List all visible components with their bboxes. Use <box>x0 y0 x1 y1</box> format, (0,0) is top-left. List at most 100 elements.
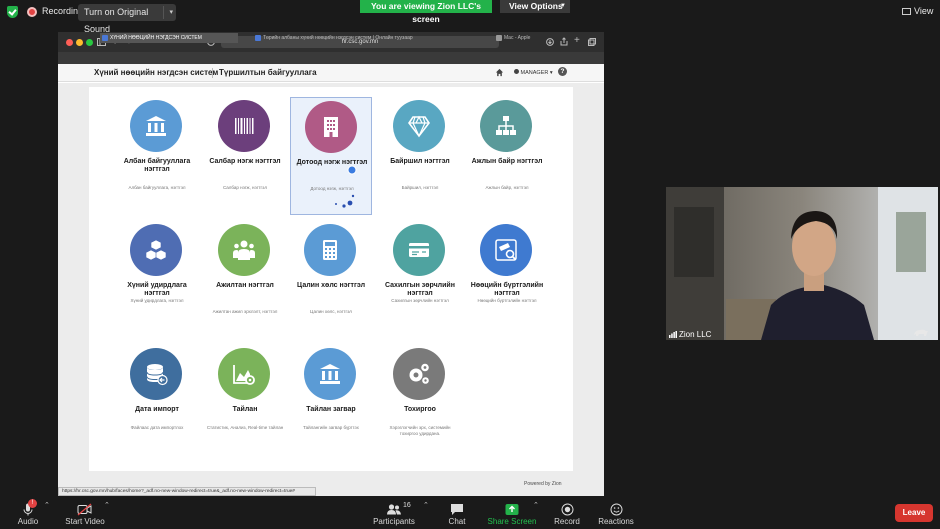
share-screen-icon <box>505 504 519 515</box>
module-card[interactable]: Тохиргоо Хэрэглэгчийн эрх, системийн тохи… <box>379 345 461 463</box>
recording-icon <box>27 7 37 17</box>
card-icon <box>393 224 445 276</box>
module-title: Хүний удирдлага нэгтгэл <box>127 282 187 297</box>
participants-options-chevron-icon[interactable]: ⌃ <box>423 501 429 509</box>
audio-options-chevron-icon[interactable]: ⌃ <box>44 501 50 509</box>
view-options-button[interactable]: View Options ▼ <box>500 0 570 13</box>
audio-label: Audio <box>17 517 39 526</box>
institution-icon <box>304 348 356 400</box>
shared-screen-browser: ‹ › hr.csc.gov.mn + ХҮНИЙ НӨӨЦИЙН НЭГДСЭ… <box>58 32 604 496</box>
share-options-chevron-icon[interactable]: ⌃ <box>533 501 539 509</box>
module-description: Ажлын байр, нэгтгэл <box>485 185 529 190</box>
module-card[interactable]: Цалин хөлс нэгтгэл Цалин хөлс, нэгтгэл <box>290 221 372 339</box>
module-title: Нөөцийн бүртгэлийн нэгтгэл <box>470 282 544 297</box>
participants-icon <box>387 504 401 515</box>
module-card[interactable]: Дотоод нэгж нэгтгэл Дотоод нэгж, нэгтгэл <box>290 97 372 215</box>
record-button[interactable]: Record <box>552 503 582 526</box>
divider <box>163 6 164 19</box>
module-description: Файлаас дата импортлох <box>130 425 184 430</box>
reactions-button[interactable]: Reactions <box>597 503 635 526</box>
user-menu[interactable]: MANAGER ▾ <box>514 69 553 76</box>
module-title: Цалин хөлс нэгтгэл <box>296 282 366 289</box>
module-card[interactable]: Ажлын байр нэгтгэл Ажлын байр, нэгтгэл <box>466 97 548 215</box>
start-video-button[interactable]: Start Video <box>62 503 108 526</box>
audio-button[interactable]: Audio <box>14 503 42 526</box>
favicon-icon <box>255 35 261 41</box>
module-description: Салбар нэгж, нэгтгэл <box>222 185 268 190</box>
participant-video[interactable] <box>666 187 938 340</box>
maximize-window-icon[interactable] <box>86 39 93 46</box>
view-options-label: View Options <box>509 1 563 11</box>
view-button[interactable]: View <box>902 6 933 16</box>
participants-label: Participants <box>373 517 415 526</box>
leave-button[interactable]: Leave <box>895 504 933 522</box>
telescope-icon <box>480 224 532 276</box>
security-shield-icon[interactable] <box>7 6 18 18</box>
module-description: Албан байгууллага, нэгтгэл <box>128 185 186 190</box>
chevron-down-icon: ▾ <box>549 70 553 76</box>
participant-video-frame <box>666 187 938 340</box>
module-description: Хүний удирдлага, нэгтгэл <box>130 298 184 303</box>
record-label: Record <box>554 517 580 526</box>
module-description: Хэрэглэгчийн эрх, системийн тохиргоо уди… <box>389 425 451 436</box>
module-card[interactable]: Ажилтан нэгтгэл Ажилтан ажил эрхлэлт, нэг… <box>204 221 286 339</box>
module-card[interactable]: Тайлан Статистик, Анализ, Real-time тайла… <box>204 345 286 463</box>
original-sound-button[interactable]: Turn on Original Sound ▾ <box>78 4 176 34</box>
user-name: MANAGER <box>520 70 549 76</box>
original-sound-label: Turn on Original Sound <box>84 7 149 34</box>
participants-count: 16 <box>403 502 411 509</box>
module-description: Цалин хөлс, нэгтгэл <box>310 309 352 314</box>
building-icon <box>305 101 357 153</box>
module-description: Тайлангийн загвар бүртгэх <box>303 425 359 430</box>
tab-label: ХҮНИЙ НӨӨЦИЙН НЭГДСЭН СИСТЕМ <box>110 35 202 41</box>
module-description: Сахилгын зөрчлийн нэгтгэл <box>391 298 449 303</box>
home-icon[interactable] <box>495 68 504 77</box>
apple-icon <box>496 35 502 41</box>
audio-warning-badge: ! <box>28 499 37 508</box>
help-icon[interactable]: ? <box>558 67 567 76</box>
module-title: Дотоод нэгж нэгтгэл <box>296 159 368 166</box>
module-description: Нөөцийн бүртгэлийн нэгтгэл <box>477 298 537 303</box>
database-import-icon <box>130 348 182 400</box>
share-screen-button[interactable]: Share Screen <box>486 503 538 526</box>
chat-button[interactable]: Chat <box>443 503 471 526</box>
close-window-icon[interactable] <box>66 39 73 46</box>
video-options-chevron-icon[interactable]: ⌃ <box>104 501 110 509</box>
chevron-down-icon: ▼ <box>560 3 566 9</box>
barcode-icon <box>218 100 270 152</box>
module-card[interactable]: Салбар нэгж нэгтгэл Салбар нэгж, нэгтгэл <box>204 97 286 215</box>
browser-tab[interactable]: ХҮНИЙ НӨӨЦИЙН НЭГДСЭН СИСТЕМ <box>100 33 238 43</box>
module-card[interactable]: Тайлан загвар Тайлангийн загвар бүртгэх <box>290 345 372 463</box>
module-card[interactable]: Дата импорт Файлаас дата импортлох <box>116 345 198 463</box>
cursor-icon <box>347 165 357 175</box>
module-card[interactable]: Албан байгууллага нэгтгэл Албан байгуулла… <box>116 97 198 215</box>
module-card[interactable]: Нөөцийн бүртгэлийн нэгтгэл Нөөцийн бүртгэ… <box>466 221 548 339</box>
minimize-window-icon[interactable] <box>76 39 83 46</box>
module-card[interactable]: Сахилгын зөрчлийн нэгтгэл Сахилгын зөрчли… <box>379 221 461 339</box>
module-card[interactable]: Хүний удирдлага нэгтгэл Хүний удирдлага, … <box>116 221 198 339</box>
module-card[interactable]: Байршил нэгтгэл Байршил, нэгтгэл <box>379 97 461 215</box>
app-title: Хүний нөөцийн нэгдсэн систем <box>94 68 219 77</box>
organization-name: Түршилтын байгууллага <box>219 68 317 77</box>
tab-overview-icon[interactable] <box>588 38 596 46</box>
org-chart-icon <box>480 100 532 152</box>
module-title: Ажилтан нэгтгэл <box>216 282 274 289</box>
browser-tab[interactable]: Төрийн албаны хүний нөөцийн нэгдсэн сист… <box>253 33 421 43</box>
view-label: View <box>914 6 934 16</box>
signal-icon <box>669 331 677 338</box>
share-screen-label: Share Screen <box>487 517 537 526</box>
browser-tab-bar <box>58 52 604 64</box>
module-title: Ажлын байр нэгтгэл <box>471 158 543 165</box>
module-title: Салбар нэгж нэгтгэл <box>209 158 281 165</box>
participant-name-label: Zion LLC <box>669 330 711 339</box>
module-title: Сахилгын зөрчлийн нэгтгэл <box>385 282 455 297</box>
module-description: Ажилтан ажил эрхлэлт, нэгтгэл <box>212 309 278 314</box>
user-icon <box>514 69 519 74</box>
chevron-down-icon[interactable]: ▾ <box>169 4 173 21</box>
browser-tab[interactable]: Mac - Apple <box>494 33 584 43</box>
reactions-smiley-icon <box>610 503 622 516</box>
tab-label: Төрийн албаны хүний нөөцийн нэгдсэн сист… <box>263 35 413 41</box>
reactions-label: Reactions <box>598 517 634 526</box>
bear-logo-icon <box>914 329 928 336</box>
module-title: Тайлан <box>232 406 258 413</box>
